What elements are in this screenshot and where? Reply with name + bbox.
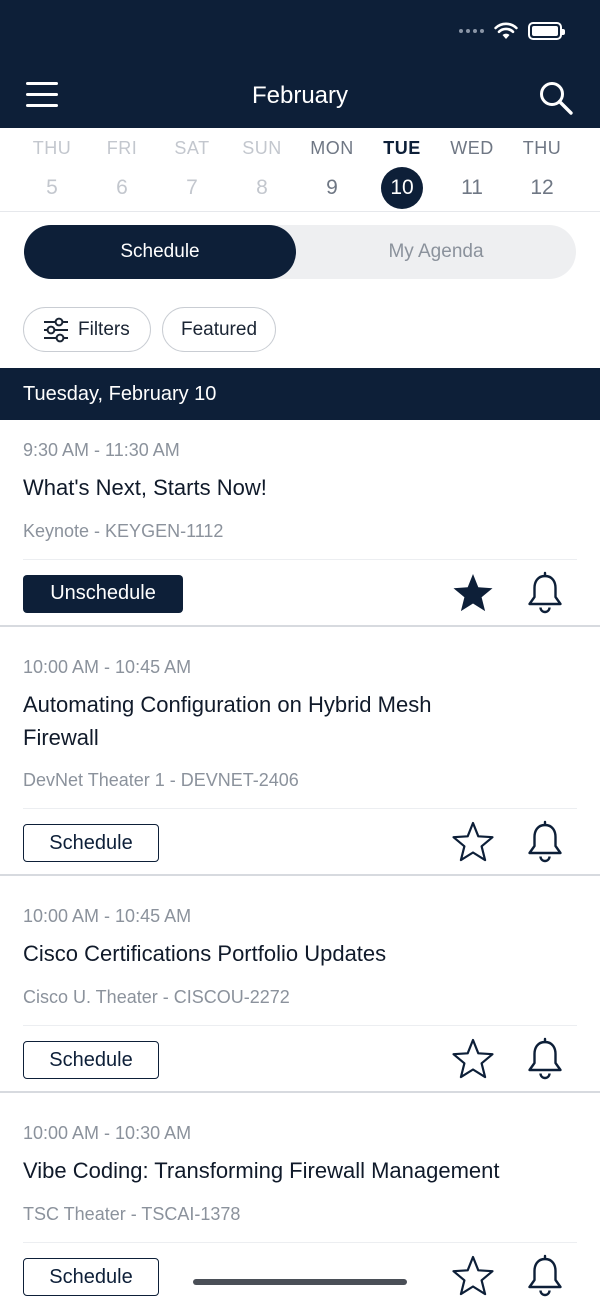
signal-icon — [459, 29, 484, 33]
card-divider — [23, 1242, 577, 1243]
bell-icon[interactable] — [523, 1037, 567, 1081]
day-tue-10[interactable]: TUE 10 — [367, 128, 437, 209]
page-title: February — [251, 82, 349, 109]
session-meta: Keynote - KEYGEN-1112 — [23, 521, 224, 541]
section-date-header: Tuesday, February 10 — [0, 368, 600, 420]
day-thu-12[interactable]: THU 12 — [507, 128, 577, 209]
day-sun-8[interactable]: SUN 8 — [227, 128, 297, 209]
day-sat-7[interactable]: SAT 7 — [157, 128, 227, 209]
session-time: 10:00 AM - 10:30 AM — [23, 1123, 192, 1143]
card-divider — [23, 559, 577, 560]
sliders-icon — [44, 317, 68, 342]
day-thu-5[interactable]: THU 5 — [17, 128, 87, 209]
home-indicator[interactable] — [193, 1279, 407, 1285]
wifi-icon — [494, 22, 518, 39]
status-bar — [459, 22, 565, 40]
session-time: 10:00 AM - 10:45 AM — [23, 657, 192, 677]
card-divider — [23, 808, 577, 809]
filters-chip[interactable]: Filters — [23, 307, 151, 352]
search-icon[interactable] — [538, 80, 574, 116]
session-title: Automating Configuration on Hybrid Mesh … — [23, 692, 432, 750]
session-meta: TSC Theater - TSCAI-1378 — [23, 1204, 241, 1224]
session-card[interactable]: 10:00 AM - 10:30 AM Vibe Coding: Transfo… — [0, 1093, 600, 1298]
session-title: Cisco Certifications Portfolio Updates — [23, 941, 387, 966]
star-outline-icon[interactable] — [451, 820, 495, 864]
tab-schedule[interactable]: Schedule — [24, 225, 296, 279]
day-wed-11[interactable]: WED 11 — [437, 128, 507, 209]
unschedule-button[interactable]: Unschedule — [23, 575, 183, 613]
session-card[interactable]: 9:30 AM - 11:30 AM What's Next, Starts N… — [0, 420, 600, 627]
day-mon-9[interactable]: MON 9 — [297, 128, 367, 209]
top-app-bar: February — [0, 0, 600, 128]
session-time: 10:00 AM - 10:45 AM — [23, 906, 192, 926]
day-fri-6[interactable]: FRI 6 — [87, 128, 157, 209]
star-outline-icon[interactable] — [451, 1254, 495, 1298]
card-divider — [23, 1025, 577, 1026]
bell-icon[interactable] — [523, 1254, 567, 1298]
featured-chip[interactable]: Featured — [162, 307, 276, 352]
session-meta: Cisco U. Theater - CISCOU-2272 — [23, 987, 290, 1007]
schedule-button[interactable]: Schedule — [23, 1258, 159, 1296]
session-title: Vibe Coding: Transforming Firewall Manag… — [23, 1158, 500, 1183]
schedule-button[interactable]: Schedule — [23, 1041, 159, 1079]
bell-icon[interactable] — [523, 820, 567, 864]
view-toggle: Schedule My Agenda — [24, 225, 576, 279]
session-time: 9:30 AM - 11:30 AM — [23, 440, 180, 460]
star-filled-icon[interactable] — [451, 571, 495, 615]
filters-label: Filters — [78, 318, 130, 340]
tab-my-agenda[interactable]: My Agenda — [296, 225, 576, 279]
session-card[interactable]: 10:00 AM - 10:45 AM Automating Configura… — [0, 627, 600, 876]
bell-icon[interactable] — [523, 571, 567, 615]
week-date-strip: THU 5 FRI 6 SAT 7 SUN 8 MON 9 TUE 10 WED… — [0, 128, 600, 212]
schedule-button[interactable]: Schedule — [23, 824, 159, 862]
session-meta: DevNet Theater 1 - DEVNET-2406 — [23, 770, 299, 790]
session-title: What's Next, Starts Now! — [23, 475, 267, 500]
star-outline-icon[interactable] — [451, 1037, 495, 1081]
battery-icon — [528, 22, 565, 40]
session-card[interactable]: 10:00 AM - 10:45 AM Cisco Certifications… — [0, 876, 600, 1093]
